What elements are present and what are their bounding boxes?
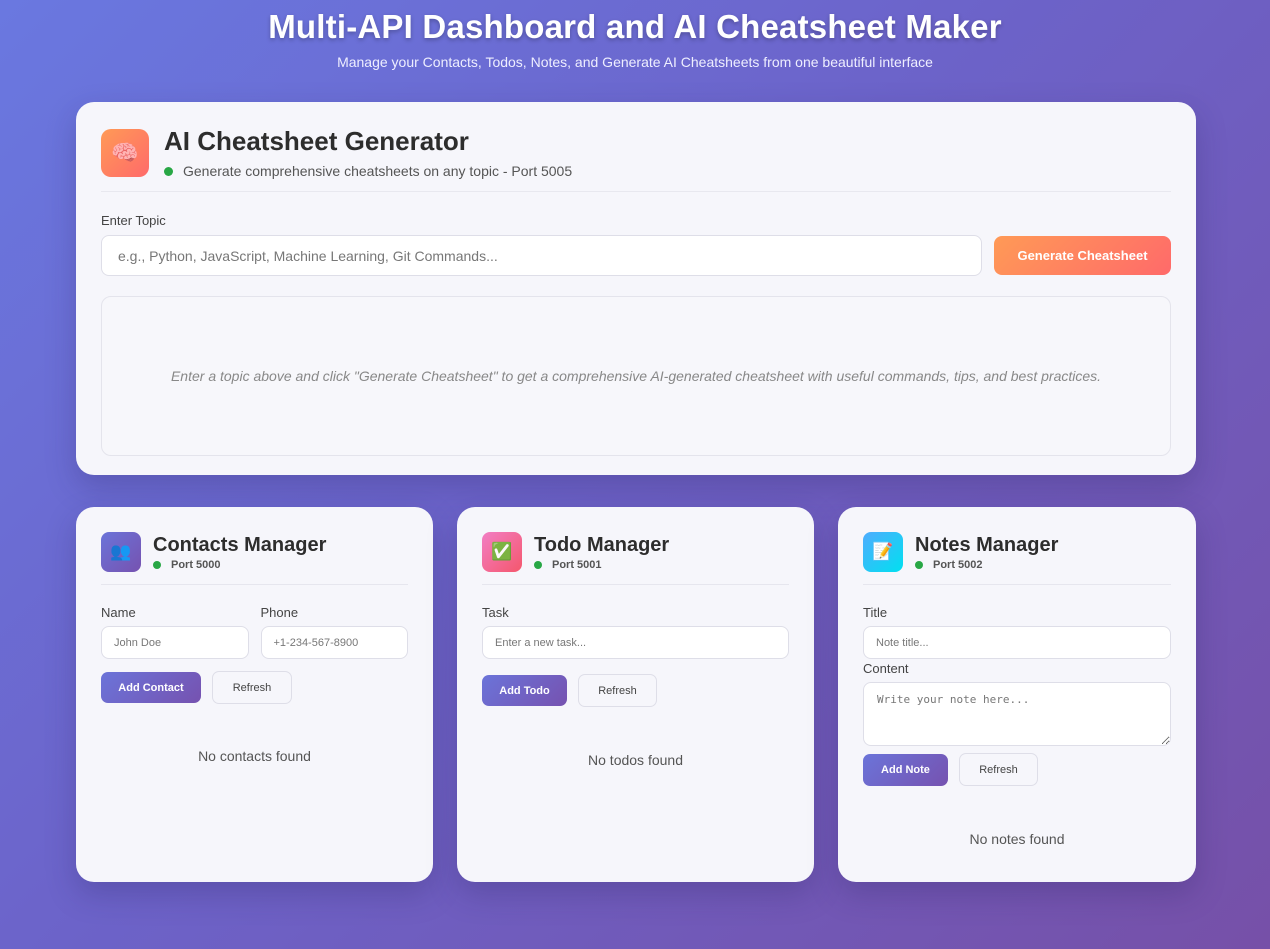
add-note-button[interactable]: Add Note bbox=[863, 753, 948, 786]
todo-port: Port 5001 bbox=[534, 559, 669, 571]
ai-card-title: AI Cheatsheet Generator bbox=[164, 126, 469, 156]
todo-header: ✅ Todo Manager Port 5001 bbox=[482, 532, 789, 585]
notes-port: Port 5002 bbox=[915, 559, 1058, 571]
note-title-label: Title bbox=[863, 605, 888, 620]
notes-title: Notes Manager bbox=[915, 533, 1059, 556]
memo-icon: 📝 bbox=[863, 532, 903, 572]
todo-card: ✅ Todo Manager Port 5001 Task Add Todo R… bbox=[457, 507, 814, 882]
add-todo-button[interactable]: Add Todo bbox=[482, 675, 567, 706]
topic-input[interactable] bbox=[101, 235, 982, 276]
contacts-header: 👥 Contacts Manager Port 5000 bbox=[101, 532, 408, 585]
phone-label: Phone bbox=[260, 605, 299, 620]
ai-status: Generate comprehensive cheatsheets on an… bbox=[164, 163, 572, 179]
contact-name-input[interactable] bbox=[101, 626, 249, 659]
refresh-contacts-button[interactable]: Refresh bbox=[212, 671, 292, 704]
brain-icon: 🧠 bbox=[101, 128, 149, 177]
notes-header: 📝 Notes Manager Port 5002 bbox=[863, 532, 1171, 585]
todo-title: Todo Manager bbox=[534, 533, 670, 556]
contacts-empty-message: No contacts found bbox=[198, 748, 311, 764]
ai-card-header: 🧠 AI Cheatsheet Generator Generate compr… bbox=[101, 126, 1171, 192]
notes-empty-message: No notes found bbox=[969, 831, 1065, 847]
cheatsheet-placeholder-text: Enter a topic above and click "Generate … bbox=[170, 368, 1102, 384]
todo-port-text: Port 5001 bbox=[552, 558, 602, 571]
contacts-port-text: Port 5000 bbox=[171, 558, 221, 571]
status-dot-icon bbox=[915, 560, 923, 569]
generate-cheatsheet-button[interactable]: Generate Cheatsheet bbox=[994, 236, 1171, 275]
note-content-label: Content bbox=[863, 661, 909, 676]
status-dot-icon bbox=[153, 560, 161, 569]
contacts-title: Contacts Manager bbox=[153, 533, 327, 556]
topic-label: Enter Topic bbox=[101, 213, 166, 228]
refresh-notes-button[interactable]: Refresh bbox=[959, 753, 1038, 786]
contacts-card: 👥 Contacts Manager Port 5000 Name Phone … bbox=[76, 507, 433, 882]
refresh-todos-button[interactable]: Refresh bbox=[578, 674, 657, 707]
todos-empty-message: No todos found bbox=[588, 752, 683, 768]
page-title: Multi-API Dashboard and AI Cheatsheet Ma… bbox=[268, 8, 1002, 45]
page-header: Multi-API Dashboard and AI Cheatsheet Ma… bbox=[0, 0, 1270, 70]
checkbox-icon: ✅ bbox=[482, 532, 522, 572]
status-dot-icon bbox=[164, 166, 173, 176]
cheatsheet-result-area: Enter a topic above and click "Generate … bbox=[101, 296, 1171, 456]
contacts-port: Port 5000 bbox=[153, 559, 326, 571]
task-input[interactable] bbox=[482, 626, 789, 659]
status-dot-icon bbox=[534, 560, 542, 569]
ai-status-text: Generate comprehensive cheatsheets on an… bbox=[183, 163, 573, 179]
page-subtitle: Manage your Contacts, Todos, Notes, and … bbox=[337, 54, 933, 70]
notes-port-text: Port 5002 bbox=[933, 558, 983, 571]
name-label: Name bbox=[101, 605, 136, 620]
notes-card: 📝 Notes Manager Port 5002 Title Content … bbox=[838, 507, 1196, 882]
people-icon: 👥 bbox=[101, 532, 141, 572]
add-contact-button[interactable]: Add Contact bbox=[101, 672, 201, 703]
note-title-input[interactable] bbox=[863, 626, 1171, 659]
ai-cheatsheet-card: 🧠 AI Cheatsheet Generator Generate compr… bbox=[76, 102, 1196, 475]
contact-phone-input[interactable] bbox=[260, 626, 408, 659]
note-content-textarea[interactable] bbox=[863, 682, 1171, 746]
task-label: Task bbox=[482, 605, 509, 620]
